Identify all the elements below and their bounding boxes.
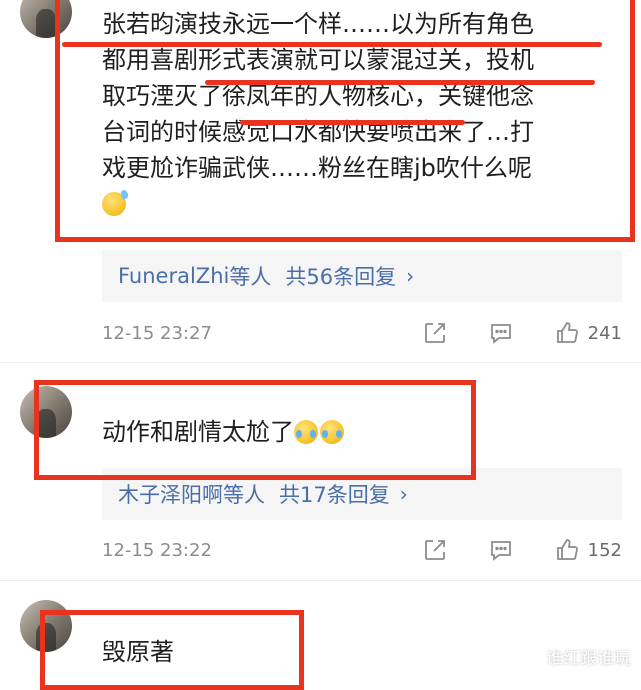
comment-meta: 12-15 23:22 152 (102, 530, 622, 570)
like-count: 241 (587, 322, 622, 344)
comment-icon[interactable] (488, 320, 514, 346)
share-icon[interactable] (422, 320, 448, 346)
reply-users[interactable]: FuneralZhi (118, 264, 229, 288)
annotation-box (34, 380, 476, 480)
reply-preview[interactable]: FuneralZhi 等人 共56条回复 › (102, 250, 622, 302)
reply-count[interactable]: 共56条回复 (285, 261, 396, 291)
annotation-underline (205, 80, 595, 85)
comment-time: 12-15 23:22 (102, 539, 212, 561)
chevron-right-icon[interactable]: › (400, 482, 408, 506)
divider (0, 362, 641, 363)
annotation-box (40, 610, 304, 690)
comment-time: 12-15 23:27 (102, 322, 212, 344)
annotation-underline (62, 42, 602, 47)
share-icon[interactable] (422, 537, 448, 563)
comment-icon[interactable] (488, 537, 514, 563)
annotation-underline (240, 120, 465, 125)
comment-meta: 12-15 23:27 241 (102, 313, 622, 353)
reply-count[interactable]: 共17条回复 (279, 479, 390, 509)
thumbs-up-icon[interactable] (554, 320, 580, 346)
thumbs-up-icon[interactable] (554, 537, 580, 563)
watermark: 谁红跟谁玩 (546, 649, 631, 669)
chevron-right-icon[interactable]: › (406, 264, 414, 288)
reply-users-suffix: 等人 (229, 265, 272, 289)
reply-users-suffix: 等人 (223, 483, 265, 507)
like-count: 152 (587, 539, 622, 561)
reply-users[interactable]: 木子泽阳啊 (118, 479, 223, 509)
divider (0, 580, 641, 581)
